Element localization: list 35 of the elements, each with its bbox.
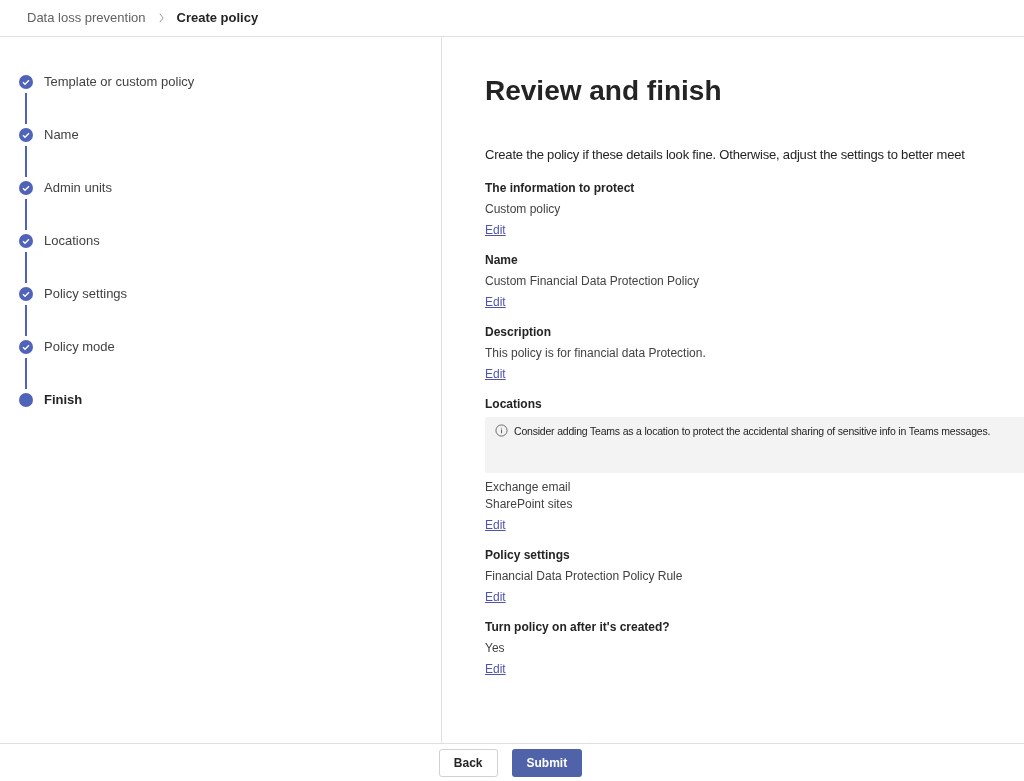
section-heading: Turn policy on after it's created?: [485, 618, 670, 636]
section-heading: The information to protect: [485, 179, 635, 197]
section-value: SharePoint sites: [485, 495, 573, 513]
section-heading: Name: [485, 251, 518, 269]
edit-link[interactable]: Edit: [485, 588, 506, 606]
intro-text: Create the policy if these details look fine. Otherwise, adjust the settings to better meet: [485, 146, 965, 164]
edit-link[interactable]: Edit: [485, 221, 506, 239]
chevron-icon: [157, 13, 165, 23]
step-label: Policy settings: [44, 287, 128, 301]
section-heading: Description: [485, 323, 551, 341]
step-label: Locations: [44, 234, 100, 248]
step-label: Name: [44, 128, 79, 142]
section-value: Financial Data Protection Policy Rule: [485, 567, 683, 585]
section-value: Custom Financial Data Protection Policy: [485, 272, 700, 290]
breadcrumb-current: Create policy: [176, 9, 259, 28]
info-icon: [495, 423, 508, 437]
submit-button[interactable]: Submit: [511, 748, 583, 777]
edit-link[interactable]: Edit: [485, 660, 506, 678]
step-label: Policy mode: [44, 340, 115, 354]
section-heading: Locations: [485, 395, 542, 413]
back-button[interactable]: Back: [438, 748, 498, 777]
edit-link[interactable]: Edit: [485, 516, 506, 534]
section-value: Custom policy: [485, 200, 561, 218]
section-value: Yes: [485, 639, 505, 657]
edit-link[interactable]: Edit: [485, 365, 506, 383]
section-heading: Policy settings: [485, 546, 570, 564]
edit-link[interactable]: Edit: [485, 293, 506, 311]
step-label: Template or custom policy: [44, 75, 195, 89]
info-text: Consider adding Teams as a location to protect the accidental sharing of sensitive info in Teams messages.: [514, 423, 991, 439]
section-value: This policy is for financial data Protection.: [485, 344, 706, 362]
breadcrumb-link[interactable]: Data loss prevention: [27, 8, 146, 28]
section-value: Exchange email: [485, 478, 571, 496]
page-title: Review and finish: [485, 75, 722, 107]
step-label: Admin units: [44, 181, 112, 195]
step-label: Finish: [44, 393, 83, 407]
